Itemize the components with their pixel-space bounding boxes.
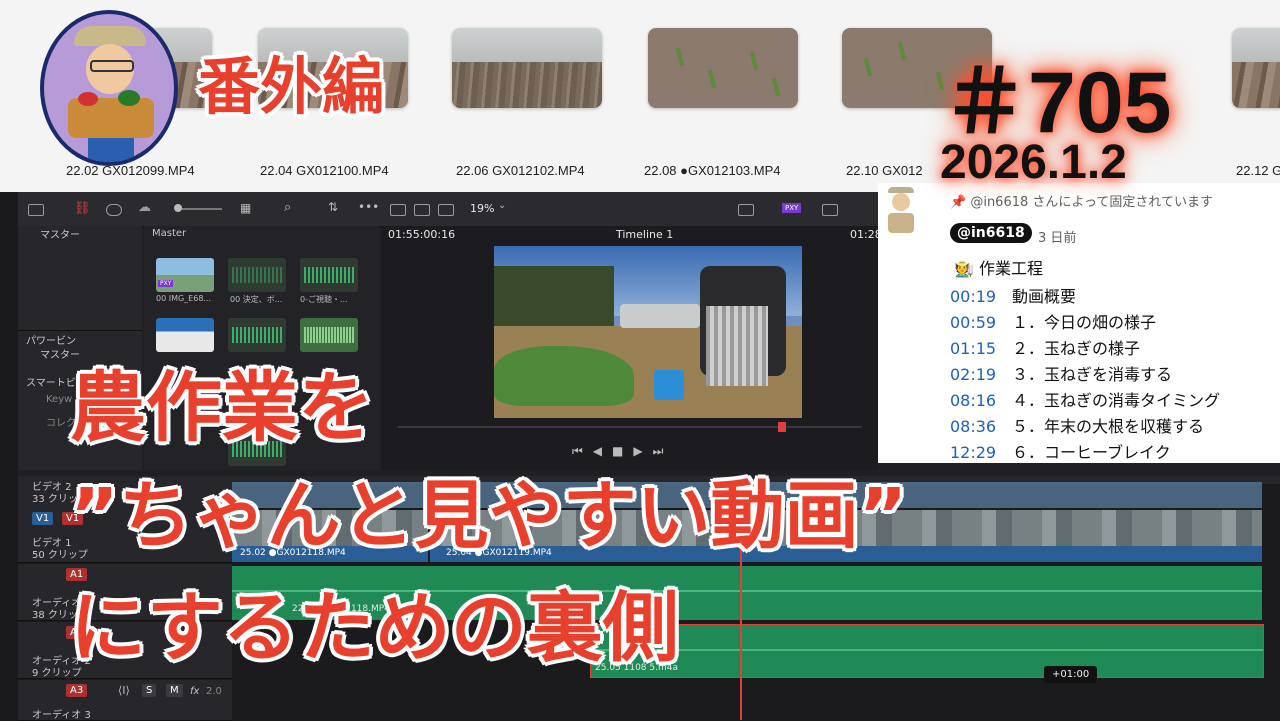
audio-track-3-header: A3 ⟨I⟩ S M fx 2.0 オーディオ 3 [18, 680, 232, 721]
scrubber-bar[interactable] [398, 426, 862, 428]
episode-date: 2026.1.2 [940, 136, 1127, 189]
chapter-title: ４．玉ねぎの消毒タイミング [1012, 391, 1221, 410]
chapter-item: 08:36 ５．年末の大根を収穫する [950, 413, 1204, 437]
search-icon[interactable]: ⌕ [284, 200, 291, 215]
zoom-slider[interactable] [176, 208, 222, 210]
chapter-timestamp[interactable]: 00:19 [950, 287, 1012, 306]
pin-icon: 📌 [950, 195, 971, 210]
mute-button[interactable]: M [166, 684, 183, 697]
avatar[interactable] [884, 187, 918, 237]
link-icon[interactable]: ⛓ [74, 201, 91, 216]
cloud-icon[interactable]: ☁ [138, 200, 151, 215]
media-clip-label: 0-ご視聴・... [300, 295, 348, 304]
file-thumbnail[interactable] [648, 28, 798, 108]
media-pool-title: Master [152, 228, 187, 239]
transform-icon[interactable] [822, 204, 838, 216]
a3-patch[interactable]: A3 [66, 684, 88, 697]
sort-icon[interactable]: ⇅ [328, 200, 338, 214]
file-name: 22.10 GX012 [846, 163, 923, 178]
grid-view-icon[interactable]: ▦ [240, 201, 251, 215]
solo-button[interactable]: S [142, 684, 157, 697]
file-name: 22.02 GX012099.MP4 [66, 163, 195, 178]
chapter-title: ２．玉ねぎの様子 [1012, 339, 1141, 358]
fx-button[interactable]: fx [190, 686, 199, 697]
headline-line-3: にするための裏側 [70, 583, 679, 672]
media-clip[interactable]: PXY [156, 258, 214, 292]
chapter-item: 01:15 ２．玉ねぎの様子 [950, 335, 1140, 359]
chapter-title: ５．年末の大根を収穫する [1012, 417, 1205, 436]
comment-icon[interactable] [106, 204, 122, 216]
viewer-mode-icon[interactable] [390, 204, 406, 216]
smart-bin-keyword[interactable]: Keyw [46, 394, 72, 405]
v1-source-patch[interactable]: V1 [32, 512, 54, 525]
overlay-icon[interactable] [738, 204, 754, 216]
power-bin-heading: パワービン [26, 336, 76, 347]
extra-edition-badge: 番外編 [198, 50, 385, 123]
headline-line-2: ”ちゃんと見やすい動画” [70, 473, 908, 559]
proxy-badge: PXY [158, 280, 174, 287]
file-thumbnail[interactable] [452, 28, 602, 108]
layout-icon[interactable] [438, 204, 454, 216]
pinned-comment: 📌 @in6618 さんによって固定されています @in6618 3 日前 🧑‍… [878, 183, 1280, 463]
master-bin[interactable]: マスター [40, 226, 80, 241]
file-name: 22.04 GX012100.MP4 [260, 163, 389, 178]
file-name: 22.08 ●GX012103.MP4 [644, 163, 781, 178]
chapter-timestamp[interactable]: 08:16 [950, 391, 1012, 410]
headline-line-1: 農作業を [70, 363, 374, 452]
audio-track-3-name: オーディオ 3 [32, 710, 91, 721]
proxy-icon[interactable]: PXY [782, 203, 802, 213]
chapter-timestamp[interactable]: 01:15 [950, 339, 1012, 358]
chapter-item: 00:19 動画概要 [950, 283, 1076, 307]
comment-heading: 🧑‍🌾 作業工程 [954, 255, 1043, 279]
filmstrip-icon[interactable] [414, 204, 430, 216]
panel-toggle-icon[interactable] [28, 204, 44, 216]
zoom-level[interactable]: 19% [470, 202, 494, 215]
chapter-timestamp[interactable]: 02:19 [950, 365, 1012, 384]
file-thumbnail[interactable] [1232, 28, 1280, 108]
file-name: 22.06 GX012102.MP4 [456, 163, 585, 178]
chapter-timestamp[interactable]: 08:36 [950, 417, 1012, 436]
drag-tooltip: +01:00 [1044, 666, 1098, 683]
file-name: 22.12 G [1236, 163, 1280, 178]
channel-logo [40, 10, 178, 166]
chapter-item: 12:29 ６．コーヒーブレイク [950, 439, 1171, 463]
comment-author[interactable]: @in6618 [950, 223, 1032, 243]
source-timecode: 01:55:00:16 [388, 228, 456, 241]
chapter-timestamp[interactable]: 00:59 [950, 313, 1012, 332]
farmer-icon: 🧑‍🌾 [954, 259, 974, 278]
chapter-title: １．今日の畑の様子 [1012, 313, 1157, 332]
chapter-item: 08:16 ４．玉ねぎの消毒タイミング [950, 387, 1220, 411]
media-clip[interactable] [300, 258, 358, 292]
comment-heading-text: 作業工程 [979, 259, 1044, 278]
zoom-slider-knob[interactable] [174, 204, 182, 212]
more-icon[interactable]: ••• [358, 200, 379, 214]
media-clip-label: 00 IMG_E68... [156, 294, 212, 303]
audio-track-2-clip[interactable]: 25.05 1108 5.m4a [590, 624, 1264, 678]
chevron-down-icon[interactable]: ⌄ [498, 200, 506, 211]
media-clip-label: 00 決定、ボ... [230, 295, 283, 304]
chapter-item: 02:19 ３．玉ねぎを消毒する [950, 361, 1172, 385]
chapter-timestamp[interactable]: 12:29 [950, 443, 1012, 462]
chapter-title: ３．玉ねぎを消毒する [1012, 365, 1173, 384]
pinned-notice: 📌 @in6618 さんによって固定されています [950, 191, 1213, 210]
media-clip[interactable] [228, 258, 286, 292]
pinned-text: @in6618 さんによって固定されています [970, 195, 1213, 210]
chapter-item: 00:59 １．今日の畑の様子 [950, 309, 1156, 333]
viewer-frame[interactable] [494, 246, 802, 418]
audio-level: 2.0 [206, 686, 222, 697]
timeline-name[interactable]: Timeline 1 [616, 228, 673, 241]
viewer-panel: 01:55:00:16 Timeline 1 01:28: ⏮◀■▶⏭ [382, 226, 885, 470]
comment-age[interactable]: 3 日前 [1038, 227, 1076, 246]
audio-link-icon[interactable]: ⟨I⟩ [118, 684, 130, 697]
chapter-title: ６．コーヒーブレイク [1012, 443, 1171, 462]
chapter-title: 動画概要 [1012, 287, 1077, 306]
playhead-marker[interactable] [778, 422, 786, 432]
